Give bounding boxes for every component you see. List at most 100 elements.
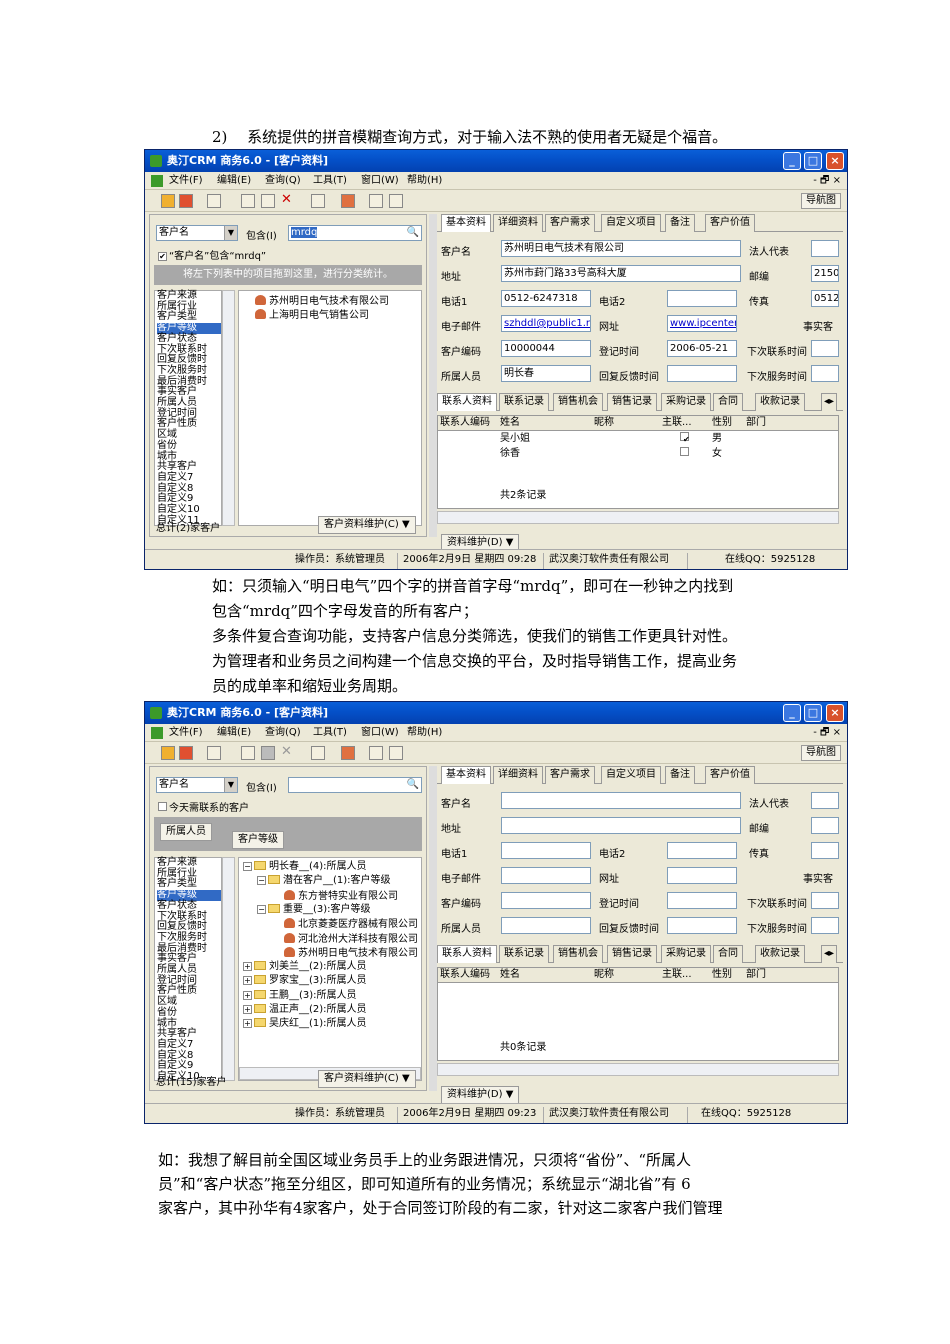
maximize-button[interactable]: □	[804, 704, 822, 722]
tab-sub-0[interactable]: 联系人资料	[437, 945, 497, 963]
field-select[interactable]: 客户名 ▼	[156, 777, 238, 793]
menu-edit[interactable]: 编辑(E)	[217, 724, 251, 742]
grid-col-1[interactable]: 姓名	[498, 416, 520, 430]
close-button[interactable]: ×	[826, 152, 844, 170]
field-web[interactable]	[667, 867, 737, 884]
tree-node[interactable]: + 罗家宝__(3):所属人员	[243, 975, 367, 987]
tree-node[interactable]: 河北沧州大洋科技有限公司	[271, 932, 418, 946]
tab-sub-3[interactable]: 销售记录	[607, 393, 657, 411]
grid-hscrollbar[interactable]	[437, 1063, 839, 1076]
tab-sub-4[interactable]: 采购记录	[661, 945, 711, 963]
stop-icon[interactable]	[179, 746, 193, 760]
expand-toggle[interactable]: +	[243, 990, 252, 1000]
tree-node[interactable]: 上海明日电气销售公司	[255, 309, 369, 322]
customer-tree[interactable]: 苏州明日电气技术有限公司 上海明日电气销售公司	[238, 290, 422, 526]
menu-window[interactable]: 窗口(W)	[361, 172, 399, 190]
category-item[interactable]: 客户状态	[157, 900, 221, 912]
menu-file[interactable]: 文件(F)	[169, 724, 203, 742]
field-name[interactable]	[501, 792, 741, 809]
field-select[interactable]: 客户名 ▼	[156, 225, 238, 241]
tab-top-3[interactable]: 自定义项目	[601, 766, 661, 784]
menu-window[interactable]: 窗口(W)	[361, 724, 399, 742]
tab-sub-6[interactable]: 收款记录	[755, 393, 805, 411]
search-input[interactable]: mrdq 🔍	[288, 225, 422, 241]
new-icon[interactable]	[241, 746, 255, 760]
field-email[interactable]	[501, 867, 591, 884]
menu-help[interactable]: 帮助(H)	[407, 724, 442, 742]
tree-node[interactable]: 北京菱菱医疗器械有限公司	[271, 918, 418, 931]
grid-col-4[interactable]: 性别	[710, 416, 732, 430]
users-icon[interactable]	[341, 194, 355, 208]
tab-sub-4[interactable]: 采购记录	[661, 393, 711, 411]
field-tel2[interactable]	[667, 290, 737, 307]
tab-sub-2[interactable]: 销售机会	[553, 945, 603, 963]
main-contact-checkbox[interactable]	[680, 447, 689, 456]
field-owner[interactable]: 明长春	[501, 365, 591, 382]
expand-toggle[interactable]: +	[243, 1019, 252, 1029]
table-row[interactable]: 吴小姐 ✔ 男	[438, 432, 838, 447]
mdi-controls[interactable]: - 🗗 ×	[813, 724, 841, 742]
group-area[interactable]: 将左下列表中的项目拖到这里，进行分类统计。	[154, 265, 422, 285]
grid-col-3[interactable]: 主联...	[660, 968, 692, 982]
group-chip-level[interactable]: 客户等级	[232, 831, 284, 849]
tab-sub-2[interactable]: 销售机会	[553, 393, 603, 411]
minimize-button[interactable]: _	[783, 704, 801, 722]
tab-top-1[interactable]: 详细资料	[493, 214, 543, 232]
navigation-map-button[interactable]: 导航图	[801, 193, 841, 209]
expand-toggle[interactable]: −	[243, 862, 252, 871]
search-icon[interactable]: 🔍	[407, 226, 419, 240]
tree-node[interactable]: − 潜在客户__(1):客户等级	[257, 875, 391, 887]
category-scrollbar[interactable]	[222, 290, 235, 526]
field-owner[interactable]	[501, 917, 591, 934]
category-item[interactable]: 省份	[157, 440, 221, 452]
field-nextservice[interactable]	[811, 365, 839, 382]
grid-col-0[interactable]: 联系人编码	[438, 968, 490, 982]
grid-col-5[interactable]: 部门	[744, 416, 766, 430]
print-icon[interactable]	[311, 194, 325, 208]
navigation-map-button[interactable]: 导航图	[801, 745, 841, 761]
expand-toggle[interactable]: −	[257, 876, 266, 886]
grid-hscrollbar[interactable]	[437, 511, 839, 524]
field-name[interactable]: 苏州明日电气技术有限公司	[501, 240, 741, 257]
field-zip[interactable]	[811, 817, 839, 834]
table-row[interactable]: 徐香 女	[438, 447, 838, 462]
menu-tools[interactable]: 工具(T)	[313, 724, 347, 742]
field-nextcontact[interactable]	[811, 892, 839, 909]
tab-top-4[interactable]: 备注	[665, 214, 695, 232]
edit-icon[interactable]	[161, 746, 175, 760]
category-scrollbar[interactable]	[222, 857, 235, 1081]
splitter[interactable]	[429, 214, 437, 537]
report-icon[interactable]	[207, 746, 221, 760]
grid-col-2[interactable]: 昵称	[592, 416, 614, 430]
tab-top-0[interactable]: 基本资料	[441, 766, 491, 784]
close-button[interactable]: ×	[826, 704, 844, 722]
maintenance-button[interactable]: 客户资料维护(C) ▼	[318, 1070, 416, 1088]
field-legal[interactable]	[811, 792, 839, 809]
notes-icon[interactable]	[389, 746, 403, 760]
grid-col-4[interactable]: 性别	[710, 968, 732, 982]
title-bar[interactable]: 奥汀CRM 商务6.0 - [客户资料] _ □ ×	[145, 150, 847, 172]
tab-top-5[interactable]: 客户价值	[705, 766, 755, 784]
maintenance-button[interactable]: 客户资料维护(C) ▼	[318, 516, 416, 534]
field-legal[interactable]	[811, 240, 839, 257]
contacts-grid[interactable]: 联系人编码 姓名 昵称 主联... 性别 部门 共0条记录	[437, 967, 839, 1061]
group-chip-owner[interactable]: 所属人员	[160, 823, 212, 841]
grid-col-0[interactable]: 联系人编码	[438, 416, 490, 430]
data-maintenance-button[interactable]: 资料维护(D) ▼	[441, 1086, 520, 1104]
field-web[interactable]: www.ipcenter.com	[667, 315, 737, 332]
category-list[interactable]: 客户来源 所属行业 客户类型 客户等级 客户状态 下次联系时 回复反馈时 下次服务时 最后消费时…	[154, 290, 222, 526]
field-reply[interactable]	[667, 365, 737, 382]
group-area[interactable]: 所属人员 客户等级	[154, 817, 422, 851]
search-input[interactable]: 🔍	[288, 777, 422, 793]
expand-toggle[interactable]: −	[257, 904, 266, 914]
users-icon[interactable]	[341, 746, 355, 760]
new-icon[interactable]	[241, 194, 255, 208]
category-item[interactable]: 省份	[157, 1007, 221, 1019]
expand-toggle[interactable]: +	[243, 1005, 252, 1014]
notes-icon[interactable]	[389, 194, 403, 208]
splitter[interactable]	[429, 766, 437, 1091]
menu-file[interactable]: 文件(F)	[169, 172, 203, 190]
tree-node[interactable]: − 明长春__(4):所属人员	[243, 861, 367, 873]
modify-icon[interactable]	[261, 194, 275, 208]
modify-icon[interactable]	[261, 746, 275, 760]
